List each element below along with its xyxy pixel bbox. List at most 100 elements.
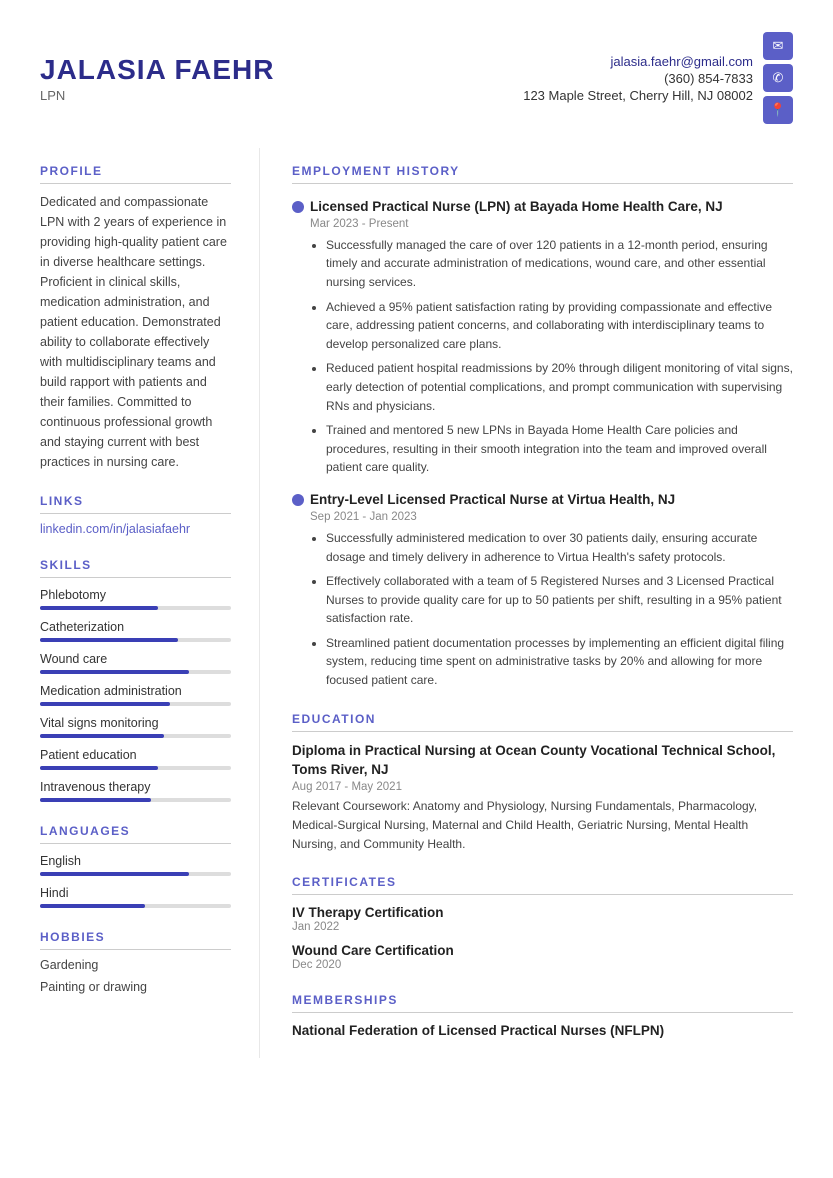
certificate-entry: IV Therapy Certification Jan 2022 (292, 905, 793, 933)
languages-list: English Hindi (40, 854, 231, 908)
cert-title: IV Therapy Certification (292, 905, 793, 920)
right-column: EMPLOYMENT HISTORY Licensed Practical Nu… (260, 148, 833, 1058)
header-right: jalasia.faehr@gmail.com (360) 854-7833 1… (523, 32, 793, 124)
candidate-name: JALASIA FAEHR (40, 54, 274, 86)
phone-number: (360) 854-7833 (523, 71, 753, 86)
certificate-entry: Wound Care Certification Dec 2020 (292, 943, 793, 971)
education-section-title: EDUCATION (292, 712, 793, 732)
skills-list: Phlebotomy Catheterization Wound care Me… (40, 588, 231, 802)
job-date: Mar 2023 - Present (310, 218, 793, 230)
skill-bar-fill (40, 702, 170, 706)
edu-date: Aug 2017 - May 2021 (292, 781, 793, 793)
language-name: Hindi (40, 886, 231, 900)
hobbies-list: Gardening Painting or drawing (40, 958, 231, 994)
email-icon: ✉ (763, 32, 793, 60)
address: 123 Maple Street, Cherry Hill, NJ 08002 (523, 88, 753, 103)
skill-name: Vital signs monitoring (40, 716, 231, 730)
language-bar-background (40, 904, 231, 908)
cert-title: Wound Care Certification (292, 943, 793, 958)
skill-item: Medication administration (40, 684, 231, 706)
cert-date: Dec 2020 (292, 959, 793, 971)
left-column: PROFILE Dedicated and compassionate LPN … (0, 148, 260, 1058)
bullet-item: Successfully administered medication to … (326, 529, 793, 566)
job-entry: Licensed Practical Nurse (LPN) at Bayada… (292, 198, 793, 477)
bullet-item: Successfully managed the care of over 12… (326, 236, 793, 292)
languages-section-title: LANGUAGES (40, 824, 231, 844)
bullet-item: Streamlined patient documentation proces… (326, 634, 793, 690)
candidate-title: LPN (40, 88, 274, 103)
skill-bar-background (40, 670, 231, 674)
hobby-item: Gardening (40, 958, 231, 972)
skill-bar-background (40, 766, 231, 770)
education-entry: Diploma in Practical Nursing at Ocean Co… (292, 742, 793, 854)
contact-info: jalasia.faehr@gmail.com (360) 854-7833 1… (523, 54, 753, 103)
education-list: Diploma in Practical Nursing at Ocean Co… (292, 742, 793, 854)
job-date: Sep 2021 - Jan 2023 (310, 511, 793, 523)
language-item: English (40, 854, 231, 876)
hobby-item: Painting or drawing (40, 980, 231, 994)
main-content: PROFILE Dedicated and compassionate LPN … (0, 148, 833, 1098)
employment-section-title: EMPLOYMENT HISTORY (292, 164, 793, 184)
job-bullets: Successfully managed the care of over 12… (310, 236, 793, 477)
skill-bar-background (40, 606, 231, 610)
skill-bar-background (40, 702, 231, 706)
memberships-section-title: MEMBERSHIPS (292, 993, 793, 1013)
edu-title: Diploma in Practical Nursing at Ocean Co… (292, 742, 793, 780)
location-icon: 📍 (763, 96, 793, 124)
profile-text: Dedicated and compassionate LPN with 2 y… (40, 192, 231, 472)
skill-name: Medication administration (40, 684, 231, 698)
skill-bar-fill (40, 766, 158, 770)
membership-entry: National Federation of Licensed Practica… (292, 1023, 793, 1038)
skills-section-title: SKILLS (40, 558, 231, 578)
skill-bar-background (40, 734, 231, 738)
bullet-item: Achieved a 95% patient satisfaction rati… (326, 298, 793, 354)
job-entry: Entry-Level Licensed Practical Nurse at … (292, 491, 793, 690)
skill-name: Catheterization (40, 620, 231, 634)
bullet-item: Trained and mentored 5 new LPNs in Bayad… (326, 421, 793, 477)
certificates-section-title: CERTIFICATES (292, 875, 793, 895)
email-link[interactable]: jalasia.faehr@gmail.com (610, 54, 753, 69)
skill-bar-fill (40, 670, 189, 674)
phone-icon: ✆ (763, 64, 793, 92)
job-dot (292, 201, 304, 213)
skill-bar-fill (40, 798, 151, 802)
header: JALASIA FAEHR LPN jalasia.faehr@gmail.co… (0, 0, 833, 148)
skill-bar-fill (40, 638, 178, 642)
hobbies-section-title: HOBBIES (40, 930, 231, 950)
skill-bar-background (40, 798, 231, 802)
skill-bar-fill (40, 734, 164, 738)
language-bar-fill (40, 904, 145, 908)
member-title: National Federation of Licensed Practica… (292, 1023, 793, 1038)
contact-icons: ✉ ✆ 📍 (763, 32, 793, 124)
profile-section-title: PROFILE (40, 164, 231, 184)
skill-name: Phlebotomy (40, 588, 231, 602)
bullet-item: Effectively collaborated with a team of … (326, 572, 793, 628)
skill-name: Intravenous therapy (40, 780, 231, 794)
skill-item: Intravenous therapy (40, 780, 231, 802)
certificates-list: IV Therapy Certification Jan 2022 Wound … (292, 905, 793, 971)
links-section-title: LINKS (40, 494, 231, 514)
cert-date: Jan 2022 (292, 921, 793, 933)
skill-name: Patient education (40, 748, 231, 762)
skill-item: Wound care (40, 652, 231, 674)
job-bullets: Successfully administered medication to … (310, 529, 793, 690)
job-dot (292, 494, 304, 506)
skill-bar-fill (40, 606, 158, 610)
skill-item: Phlebotomy (40, 588, 231, 610)
language-item: Hindi (40, 886, 231, 908)
language-bar-fill (40, 872, 189, 876)
header-left: JALASIA FAEHR LPN (40, 54, 274, 103)
links-section: linkedin.com/in/jalasiafaehr (40, 522, 231, 536)
edu-text: Relevant Coursework: Anatomy and Physiol… (292, 797, 793, 853)
employment-list: Licensed Practical Nurse (LPN) at Bayada… (292, 198, 793, 690)
linkedin-link[interactable]: linkedin.com/in/jalasiafaehr (40, 522, 231, 536)
skill-item: Vital signs monitoring (40, 716, 231, 738)
skill-name: Wound care (40, 652, 231, 666)
language-bar-background (40, 872, 231, 876)
skill-bar-background (40, 638, 231, 642)
bullet-item: Reduced patient hospital readmissions by… (326, 359, 793, 415)
language-name: English (40, 854, 231, 868)
job-title: Licensed Practical Nurse (LPN) at Bayada… (310, 198, 793, 217)
skill-item: Patient education (40, 748, 231, 770)
skill-item: Catheterization (40, 620, 231, 642)
